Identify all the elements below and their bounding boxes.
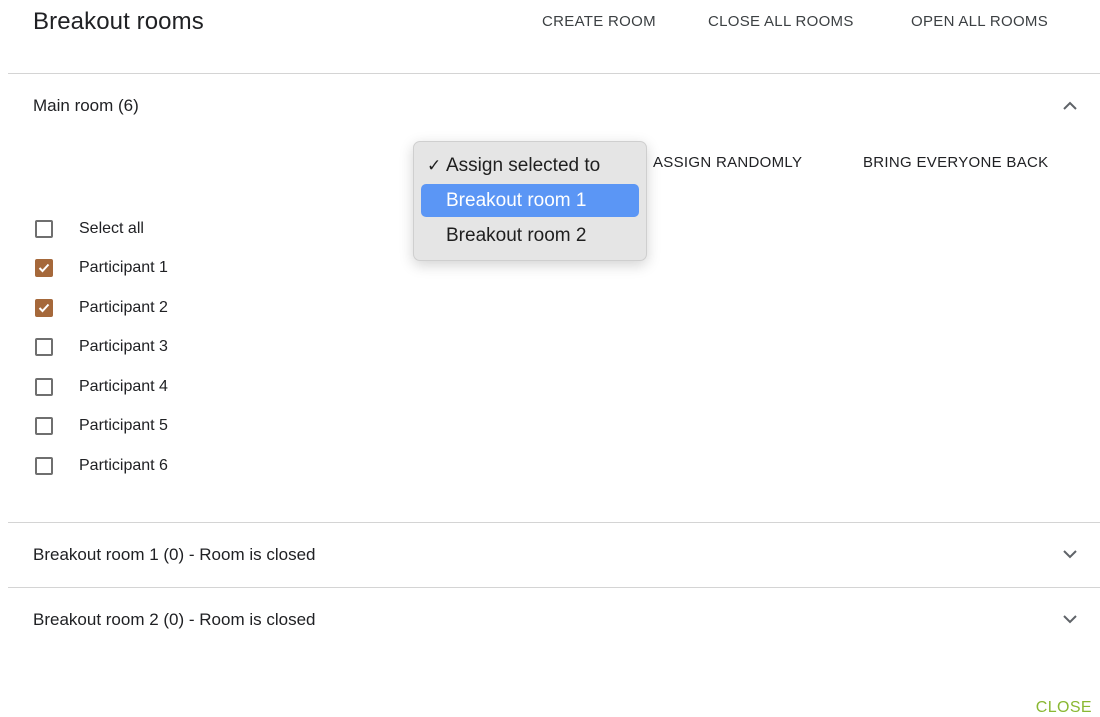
participant-row[interactable]: Participant 1 — [35, 256, 168, 280]
bring-everyone-back-button[interactable]: BRING EVERYONE BACK — [863, 154, 1048, 171]
participant-label: Participant 1 — [79, 259, 168, 276]
participant-checkbox[interactable] — [35, 378, 53, 396]
breakout-room-label: Breakout room 1 (0) - Room is closed — [33, 545, 316, 564]
participant-checkbox[interactable] — [35, 417, 53, 435]
divider — [8, 587, 1100, 588]
participant-row[interactable]: Participant 4 — [35, 375, 168, 399]
divider — [8, 522, 1100, 523]
participant-label: Participant 2 — [79, 299, 168, 316]
create-room-button[interactable]: CREATE ROOM — [542, 13, 656, 30]
dropdown-option-breakout-room-1[interactable]: Breakout room 1 — [421, 184, 639, 217]
dropdown-option-label: Breakout room 2 — [446, 225, 587, 246]
chevron-up-icon[interactable] — [1062, 98, 1078, 114]
dropdown-option-label: Breakout room 1 — [446, 190, 587, 211]
dropdown-option-label: Assign selected to — [446, 155, 601, 176]
close-button[interactable]: CLOSE — [1036, 699, 1092, 717]
breakout-room-label: Breakout room 2 (0) - Room is closed — [33, 610, 316, 629]
select-all-row[interactable]: Select all — [35, 217, 144, 241]
participant-checkbox[interactable] — [35, 338, 53, 356]
check-icon — [38, 303, 50, 313]
participant-label: Participant 4 — [79, 378, 168, 395]
close-all-rooms-button[interactable]: CLOSE ALL ROOMS — [708, 13, 854, 30]
check-icon — [38, 263, 50, 273]
divider — [8, 73, 1100, 74]
participant-row[interactable]: Participant 6 — [35, 454, 168, 478]
dialog-title: Breakout rooms — [33, 8, 204, 35]
participant-row[interactable]: Participant 5 — [35, 414, 168, 438]
open-all-rooms-button[interactable]: OPEN ALL ROOMS — [911, 13, 1048, 30]
participant-label: Participant 3 — [79, 338, 168, 355]
chevron-down-icon[interactable] — [1062, 546, 1078, 562]
chevron-down-icon[interactable] — [1062, 611, 1078, 627]
participant-checkbox[interactable] — [35, 457, 53, 475]
participant-row[interactable]: Participant 3 — [35, 335, 168, 359]
select-all-checkbox[interactable] — [35, 220, 53, 238]
select-all-label: Select all — [79, 220, 144, 237]
participant-label: Participant 6 — [79, 457, 168, 474]
participant-checkbox[interactable] — [35, 259, 53, 277]
main-room-label: Main room (6) — [33, 96, 139, 115]
participant-row[interactable]: Participant 2 — [35, 296, 168, 320]
dropdown-option-breakout-room-2[interactable]: Breakout room 2 — [421, 219, 639, 252]
checkmark-icon: ✓ — [427, 156, 442, 175]
assign-randomly-button[interactable]: ASSIGN RANDOMLY — [653, 154, 802, 171]
participant-label: Participant 5 — [79, 417, 168, 434]
assign-selected-dropdown[interactable]: ✓ Assign selected to Breakout room 1 Bre… — [413, 141, 647, 261]
dropdown-option-assign-selected[interactable]: ✓ Assign selected to — [421, 149, 639, 182]
participant-checkbox[interactable] — [35, 299, 53, 317]
